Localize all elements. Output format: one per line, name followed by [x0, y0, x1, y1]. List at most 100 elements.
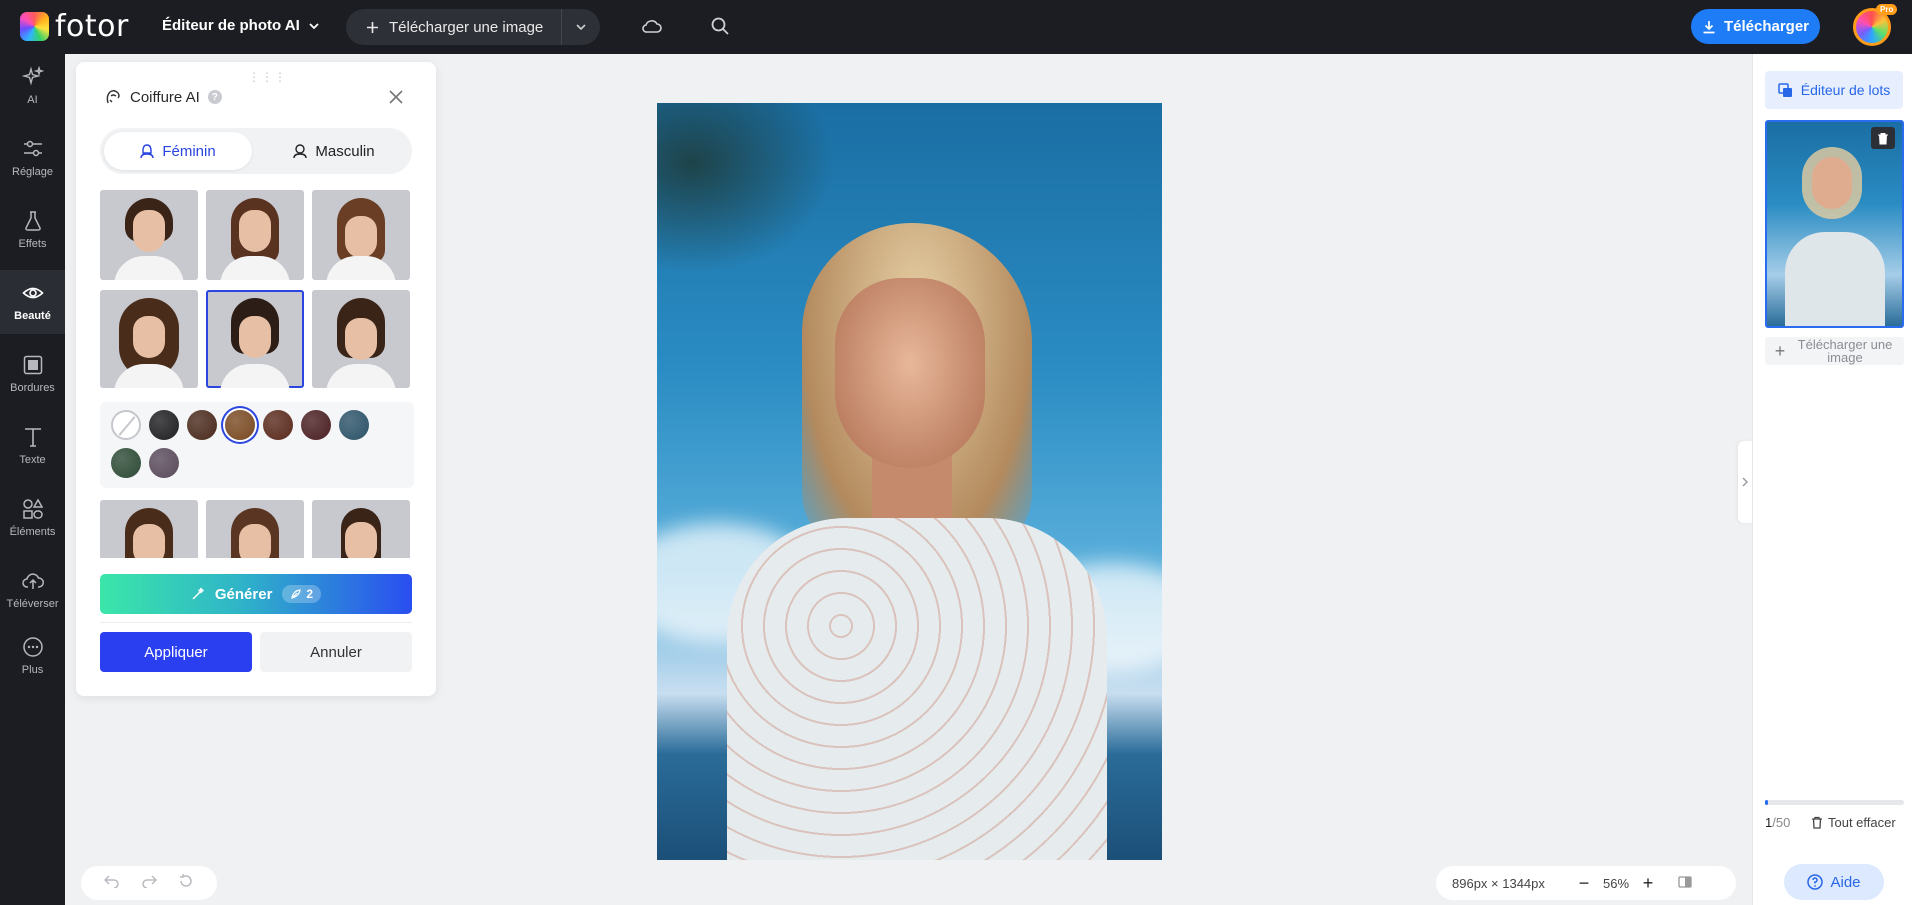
upload-cloud-icon	[21, 573, 44, 589]
generate-label: Générer	[214, 585, 273, 603]
credit-badge: 2	[282, 585, 322, 603]
rail-label-more: Plus	[21, 664, 44, 676]
cloud-save-button[interactable]	[641, 16, 663, 41]
hair-color-none[interactable]	[111, 410, 141, 440]
hairstyle-option[interactable]	[206, 500, 304, 558]
generate-button[interactable]: Générer 2	[100, 574, 412, 614]
rail-label-elements: Éléments	[9, 526, 56, 538]
cancel-button[interactable]: Annuler	[260, 632, 412, 672]
zoom-in-button[interactable]: +	[1634, 873, 1662, 894]
photo-face	[835, 278, 985, 468]
clear-all-label: Tout effacer	[1828, 815, 1896, 830]
flask-icon	[24, 211, 41, 231]
hair-color-swatch-selected[interactable]	[225, 410, 255, 440]
help-button[interactable]: Aide	[1784, 864, 1884, 900]
hair-color-swatch[interactable]	[301, 410, 331, 440]
image-dimensions: 896px × 1344px	[1452, 875, 1545, 891]
help-icon[interactable]: ?	[207, 90, 222, 104]
add-image-label: Télécharger une image	[1797, 337, 1893, 365]
clear-all-button[interactable]: Tout effacer	[1811, 815, 1896, 830]
download-button[interactable]: Télécharger	[1691, 9, 1820, 44]
rail-item-adjust[interactable]: Réglage	[0, 126, 65, 190]
download-icon	[1703, 20, 1715, 33]
hairstyle-option[interactable]	[100, 190, 198, 280]
rail-label-effects: Effets	[18, 238, 47, 250]
help-label: Aide	[1830, 873, 1861, 891]
rail-item-more[interactable]: Plus	[0, 624, 65, 688]
upload-image-group: Télécharger une image	[346, 9, 600, 45]
page-thumbnail-selected[interactable]	[1765, 120, 1904, 328]
rail-item-effects[interactable]: Effets	[0, 198, 65, 262]
add-image-button[interactable]: + Télécharger une image	[1765, 337, 1904, 365]
drag-handle-icon[interactable]: ⋮⋮⋮	[248, 70, 287, 84]
rail-label-beauty: Beauté	[14, 310, 51, 322]
ai-hairstyle-panel: ⋮⋮⋮ Coiffure AI ? Féminin Masculin Génér…	[76, 62, 436, 696]
upload-image-label: Télécharger une image	[389, 18, 544, 36]
search-button[interactable]	[710, 16, 730, 41]
page-count-progress	[1765, 800, 1904, 805]
gender-female-tab[interactable]: Féminin	[104, 132, 252, 170]
hairstyle-option[interactable]	[312, 290, 410, 388]
hairstyle-option[interactable]	[100, 290, 198, 388]
delete-page-button[interactable]	[1871, 127, 1895, 149]
rail-item-beauty[interactable]: Beauté	[0, 270, 65, 334]
batch-editor-button[interactable]: Éditeur de lots	[1765, 71, 1903, 109]
hair-color-swatch[interactable]	[339, 410, 369, 440]
batch-panel: Éditeur de lots + Télécharger une image …	[1752, 54, 1912, 905]
hairstyle-option[interactable]	[312, 190, 410, 280]
zoom-level[interactable]: 56%	[1598, 876, 1634, 891]
upload-options-dropdown[interactable]	[562, 21, 600, 33]
close-panel-button[interactable]	[389, 89, 403, 107]
collapse-right-panel-button[interactable]	[1738, 441, 1752, 523]
compare-button[interactable]	[1662, 875, 1708, 891]
hair-color-swatch[interactable]	[111, 448, 141, 478]
logo-text: fotor	[55, 9, 129, 44]
hair-color-palette	[100, 402, 414, 488]
apply-button[interactable]: Appliquer	[100, 632, 252, 672]
hairstyle-option[interactable]	[100, 500, 198, 558]
shapes-icon	[22, 498, 43, 519]
chevron-right-icon	[1742, 477, 1749, 487]
undo-button[interactable]	[103, 874, 120, 893]
male-person-icon	[293, 144, 308, 159]
plus-icon: +	[1774, 340, 1786, 361]
rail-item-ai[interactable]: AI	[0, 54, 65, 118]
hairstyle-option[interactable]	[206, 190, 304, 280]
hair-color-swatch[interactable]	[263, 410, 293, 440]
help-circle-icon	[1807, 874, 1824, 890]
rail-item-text[interactable]: Texte	[0, 414, 65, 478]
hair-color-swatch[interactable]	[149, 448, 179, 478]
undo-icon	[103, 874, 119, 889]
more-icon	[22, 637, 43, 657]
hair-color-swatch[interactable]	[187, 410, 217, 440]
hairstyle-list[interactable]	[100, 190, 414, 558]
frame-icon	[23, 355, 42, 375]
magic-wand-icon	[192, 587, 204, 600]
text-icon	[24, 428, 41, 447]
rail-item-upload[interactable]: Téléverser	[0, 558, 65, 622]
rail-item-borders[interactable]: Bordures	[0, 342, 65, 406]
rail-label-text: Texte	[19, 454, 46, 466]
fotor-logo[interactable]: fotor	[20, 9, 129, 44]
canvas-photo[interactable]	[657, 103, 1162, 860]
editor-mode-menu[interactable]: Éditeur de photo AI	[162, 17, 320, 34]
chevron-down-icon	[309, 22, 319, 29]
gender-male-tab[interactable]: Masculin	[260, 132, 408, 170]
rail-item-elements[interactable]: Éléments	[0, 486, 65, 550]
rail-label-borders: Bordures	[10, 382, 55, 394]
reset-icon	[180, 873, 193, 887]
reset-button[interactable]	[178, 873, 194, 894]
photo-palm-blur	[657, 103, 847, 283]
history-controls	[81, 866, 217, 900]
search-icon	[711, 17, 729, 35]
panel-title-text: Coiffure AI	[130, 88, 200, 106]
upload-image-button[interactable]: Télécharger une image	[346, 9, 562, 45]
hairstyle-option-selected[interactable]	[206, 290, 304, 388]
trash-icon	[1878, 132, 1888, 144]
redo-button[interactable]	[141, 874, 158, 893]
zoom-controls: 896px × 1344px − 56% +	[1436, 866, 1736, 900]
hair-color-swatch[interactable]	[149, 410, 179, 440]
zoom-out-button[interactable]: −	[1570, 873, 1598, 894]
hairstyle-option[interactable]	[312, 500, 410, 558]
sliders-icon	[23, 140, 42, 157]
